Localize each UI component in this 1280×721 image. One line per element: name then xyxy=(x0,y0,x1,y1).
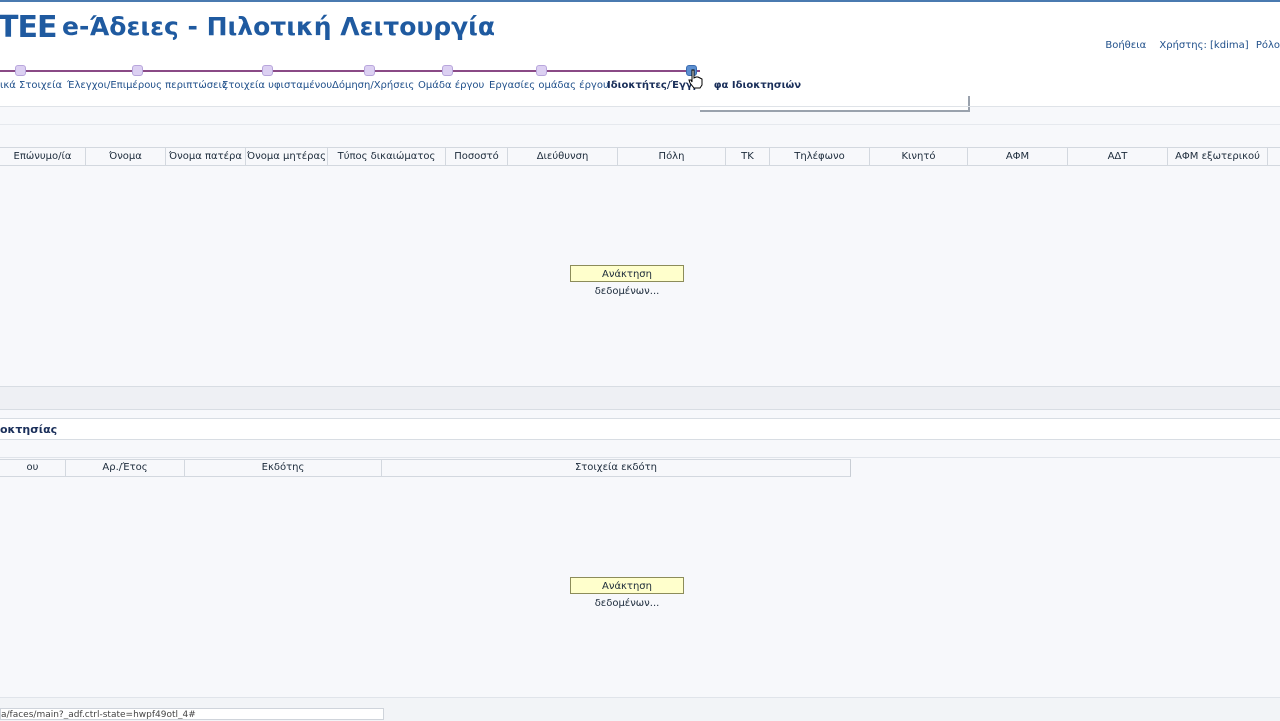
col-doc-type[interactable]: ου xyxy=(0,460,66,476)
role-link[interactable]: Ρόλο xyxy=(1256,40,1280,51)
col-number-year[interactable]: Αρ./Έτος xyxy=(66,460,185,476)
divider xyxy=(0,106,1280,107)
col-afm[interactable]: ΑΦΜ xyxy=(968,148,1068,165)
col-father-name[interactable]: Όνομα πατέρα xyxy=(166,148,246,165)
col-issuer[interactable]: Εκδότης xyxy=(185,460,382,476)
col-mother-name[interactable]: Όνομα μητέρας xyxy=(246,148,328,165)
train-stop-5[interactable] xyxy=(442,65,453,76)
train-stop-1[interactable] xyxy=(15,65,26,76)
col-address[interactable]: Διεύθυνση xyxy=(508,148,618,165)
dropdown-popup xyxy=(700,96,970,112)
train-label-owners-tail: φα Ιδιοκτησιών xyxy=(713,80,802,91)
col-name[interactable]: Όνομα xyxy=(86,148,166,165)
train-label-existing[interactable]: Στοιχεία υφισταμένου xyxy=(222,80,332,91)
browser-status-url: a/faces/main?_adf.ctrl-state=hwpf49otl_4… xyxy=(0,708,384,720)
train-stop-6[interactable] xyxy=(536,65,547,76)
train-stop-3[interactable] xyxy=(262,65,273,76)
user-links: Βοήθεια Χρήστης: [kdima] Ρόλο xyxy=(1095,40,1280,51)
train-label-team[interactable]: Ομάδα έργου xyxy=(418,80,484,91)
col-percentage[interactable]: Ποσοστό xyxy=(446,148,508,165)
col-right-type[interactable]: Τύπος δικαιώματος xyxy=(328,148,446,165)
ownership-docs-section-header: οκτησίας xyxy=(0,418,1280,440)
col-phone[interactable]: Τηλέφωνο xyxy=(770,148,870,165)
tee-logo: ΤΕΕ xyxy=(0,10,57,45)
train-label-building[interactable]: Δόμηση/Χρήσεις xyxy=(332,80,414,91)
page-title: e-Άδειες - Πιλοτική Λειτουργία xyxy=(62,12,496,41)
owners-loading-indicator: Ανάκτηση δεδομένων... xyxy=(570,265,684,297)
train-stop-2[interactable] xyxy=(132,65,143,76)
ownership-docs-table-header: ου Αρ./Έτος Εκδότης Στοιχεία εκδότη xyxy=(0,459,851,477)
col-mobile[interactable]: Κινητό xyxy=(870,148,968,165)
ownership-docs-title: οκτησίας xyxy=(0,423,58,436)
process-train-line xyxy=(0,70,700,72)
col-adt[interactable]: ΑΔΤ xyxy=(1068,148,1168,165)
train-label-checks[interactable]: Έλεγχοι/Επιμέρους περιπτώσεις xyxy=(67,80,228,91)
table-footer-strip xyxy=(0,386,1280,410)
train-stop-4[interactable] xyxy=(364,65,375,76)
col-surname[interactable]: Επώνυμο/ία xyxy=(0,148,86,165)
train-label-general[interactable]: ικά Στοιχεία xyxy=(0,80,62,91)
help-link[interactable]: Βοήθεια xyxy=(1105,40,1146,51)
col-postal-code[interactable]: ΤΚ xyxy=(726,148,770,165)
user-info: Χρήστης: [kdima] xyxy=(1159,40,1249,51)
col-foreign-afm[interactable]: ΑΦΜ εξωτερικού xyxy=(1168,148,1268,165)
train-label-team-tasks[interactable]: Εργασίες ομάδας έργου xyxy=(489,80,609,91)
owners-table-header: Επώνυμο/ία Όνομα Όνομα πατέρα Όνομα μητέ… xyxy=(0,147,1280,166)
col-city[interactable]: Πόλη xyxy=(618,148,726,165)
docs-loading-indicator: Ανάκτηση δεδομένων... xyxy=(570,577,684,609)
col-issuer-details[interactable]: Στοιχεία εκδότη xyxy=(382,460,850,476)
divider xyxy=(0,124,1280,125)
divider xyxy=(0,457,1280,458)
hand-cursor-icon xyxy=(688,69,703,89)
